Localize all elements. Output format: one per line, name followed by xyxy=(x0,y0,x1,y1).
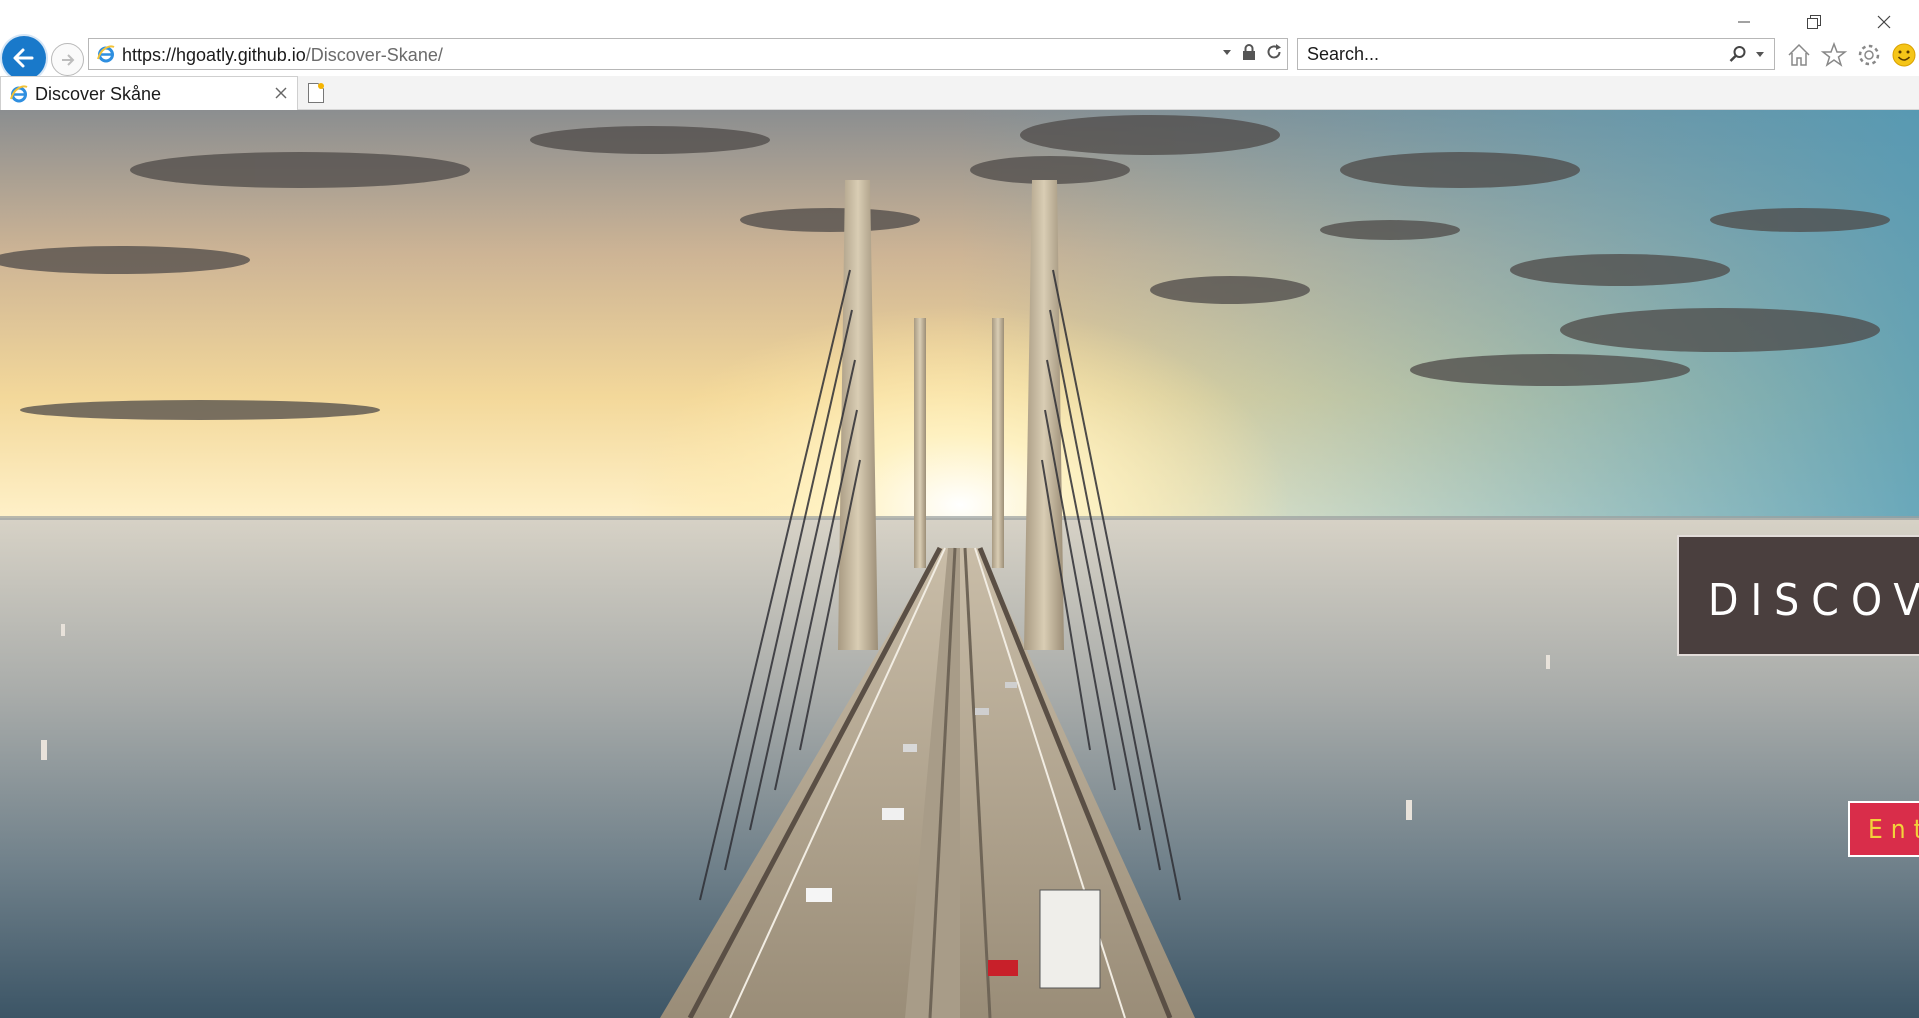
url-text: https://hgoatly.github.io/Discover-Skane… xyxy=(122,45,443,66)
close-icon xyxy=(275,87,287,99)
dropdown-arrow-icon[interactable] xyxy=(1221,46,1233,58)
home-icon[interactable] xyxy=(1785,41,1813,69)
url-domain: https://hgoatly.github.io xyxy=(122,45,306,65)
window-controls xyxy=(1709,8,1919,36)
enter-button[interactable]: Ent xyxy=(1848,801,1919,857)
tab-title: Discover Skåne xyxy=(35,84,162,104)
close-icon xyxy=(1877,15,1891,29)
search-box[interactable] xyxy=(1297,38,1775,70)
back-button[interactable] xyxy=(2,36,46,80)
smiley-icon[interactable] xyxy=(1890,41,1918,69)
new-tab-button[interactable] xyxy=(300,78,332,108)
gear-icon[interactable] xyxy=(1855,41,1883,69)
browser-toolbar xyxy=(1785,41,1918,69)
minimize-button[interactable] xyxy=(1709,8,1779,36)
restore-icon xyxy=(1807,15,1821,29)
restore-button[interactable] xyxy=(1779,8,1849,36)
star-icon[interactable] xyxy=(1820,41,1848,69)
page-viewport: DISCOVE Ent xyxy=(0,110,1919,1018)
minimize-icon xyxy=(1738,21,1750,23)
address-bar[interactable]: https://hgoatly.github.io/Discover-Skane… xyxy=(88,38,1288,70)
discover-heading-box: DISCOVE xyxy=(1677,535,1919,656)
forward-arrow-icon xyxy=(61,53,74,66)
url-path: /Discover-Skane/ xyxy=(305,45,443,65)
search-dropdown-icon[interactable] xyxy=(1754,48,1766,60)
refresh-icon[interactable] xyxy=(1265,43,1283,61)
tab-discover-skane[interactable]: Discover Skåne xyxy=(0,76,298,110)
hero-bridge-image xyxy=(0,110,1919,1018)
new-tab-icon xyxy=(308,83,324,103)
address-bar-tools xyxy=(1221,43,1283,61)
tab-bar: Discover Skåne xyxy=(0,76,1919,110)
discover-heading: DISCOVE xyxy=(1708,575,1919,626)
forward-button[interactable] xyxy=(51,43,84,76)
internet-explorer-icon xyxy=(97,45,115,63)
close-window-button[interactable] xyxy=(1849,8,1919,36)
navigation-bar: https://hgoatly.github.io/Discover-Skane… xyxy=(0,34,1919,80)
tab-close-button[interactable] xyxy=(271,83,291,103)
search-tools xyxy=(1728,44,1766,64)
lock-icon[interactable] xyxy=(1241,43,1257,61)
tab-favicon-icon xyxy=(10,85,28,103)
enter-button-label: Ent xyxy=(1868,815,1919,845)
search-icon[interactable] xyxy=(1728,44,1748,64)
back-arrow-icon xyxy=(13,48,34,68)
search-input[interactable] xyxy=(1307,43,1707,65)
